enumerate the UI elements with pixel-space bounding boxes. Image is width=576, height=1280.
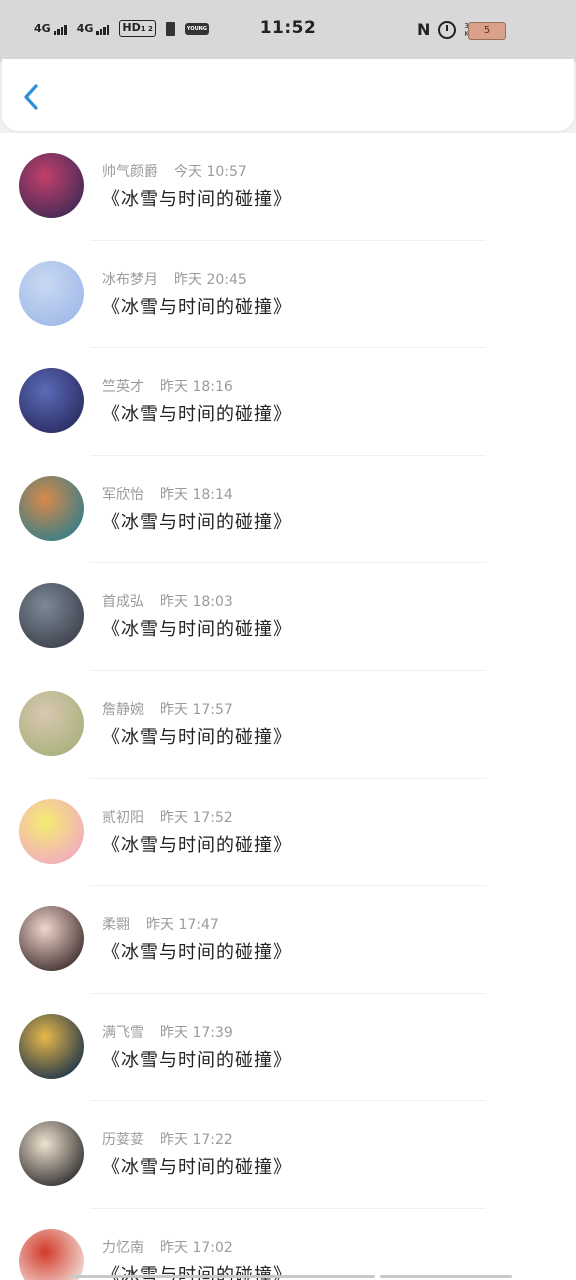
avatar[interactable] xyxy=(19,1121,84,1187)
timestamp: 昨天 18:03 xyxy=(160,594,233,611)
timestamp: 昨天 17:22 xyxy=(160,1132,233,1149)
username[interactable]: 贰初阳 xyxy=(102,810,144,826)
timestamp: 昨天 17:02 xyxy=(160,1239,233,1256)
list-item[interactable]: 冰布梦月 昨天 20:45 《冰雪与时间的碰撞》 xyxy=(0,241,576,349)
comment-meta: 首成弘 昨天 18:03 xyxy=(102,591,233,611)
list-item[interactable]: 力忆南 昨天 17:02 《冰雪与时间的碰撞》 xyxy=(0,1209,576,1280)
home-indicator xyxy=(380,1275,512,1278)
list-item[interactable]: 贰初阳 昨天 17:52 《冰雪与时间的碰撞》 xyxy=(0,779,576,887)
battery-level: 5 xyxy=(483,25,491,36)
username[interactable]: 军欣怡 xyxy=(102,487,144,503)
avatar[interactable] xyxy=(19,906,84,972)
username[interactable]: 竺英才 xyxy=(102,379,144,395)
timestamp: 昨天 17:52 xyxy=(160,809,233,826)
list-item[interactable]: 历荽荽 昨天 17:22 《冰雪与时间的碰撞》 xyxy=(0,1101,576,1209)
status-bar: 4G 4G HD1 2 YOUNG 11:52 N 35.4 KB/s 5 xyxy=(0,0,576,62)
comment-text: 《冰雪与时间的碰撞》 xyxy=(102,726,292,748)
username[interactable]: 满飞雪 xyxy=(102,1025,144,1041)
nfc-icon: N xyxy=(417,20,431,39)
list-item[interactable]: 帅气颜爵 今天 10:57 《冰雪与时间的碰撞》 xyxy=(0,133,576,241)
avatar[interactable] xyxy=(19,368,84,434)
username[interactable]: 历荽荽 xyxy=(102,1132,144,1148)
avatar[interactable] xyxy=(19,798,84,864)
chevron-left-icon[interactable] xyxy=(18,81,46,113)
username[interactable]: 冰布梦月 xyxy=(102,272,158,288)
avatar[interactable] xyxy=(19,1013,84,1079)
comment-text: 《冰雪与时间的碰撞》 xyxy=(102,619,292,641)
comment-meta: 军欣怡 昨天 18:14 xyxy=(102,484,233,504)
avatar[interactable] xyxy=(19,583,84,649)
comment-meta: 力忆南 昨天 17:02 xyxy=(102,1237,233,1257)
comment-meta: 詹静婉 昨天 17:57 xyxy=(102,699,233,719)
timestamp: 昨天 20:45 xyxy=(174,271,247,288)
avatar[interactable] xyxy=(19,260,84,326)
list-item[interactable]: 满飞雪 昨天 17:39 《冰雪与时间的碰撞》 xyxy=(0,994,576,1102)
timestamp: 昨天 17:39 xyxy=(160,1024,233,1041)
avatar[interactable] xyxy=(19,153,84,218)
comment-text: 《冰雪与时间的碰撞》 xyxy=(102,511,292,533)
avatar[interactable] xyxy=(19,475,84,541)
username[interactable]: 帅气颜爵 xyxy=(102,164,158,180)
comment-meta: 冰布梦月 昨天 20:45 xyxy=(102,269,247,289)
timestamp: 昨天 17:57 xyxy=(160,701,233,718)
list-item[interactable]: 首成弘 昨天 18:03 《冰雪与时间的碰撞》 xyxy=(0,563,576,671)
username[interactable]: 首成弘 xyxy=(102,594,144,610)
list-item[interactable]: 柔翾 昨天 17:47 《冰雪与时间的碰撞》 xyxy=(0,886,576,994)
list-item[interactable]: 詹静婉 昨天 17:57 《冰雪与时间的碰撞》 xyxy=(0,671,576,779)
comment-text: 《冰雪与时间的碰撞》 xyxy=(102,942,292,964)
comment-text: 《冰雪与时间的碰撞》 xyxy=(102,189,292,210)
list-item[interactable]: 竺英才 昨天 18:16 《冰雪与时间的碰撞》 xyxy=(0,348,576,456)
comment-text: 《冰雪与时间的碰撞》 xyxy=(102,296,292,318)
comment-meta: 历荽荽 昨天 17:22 xyxy=(102,1129,233,1149)
avatar[interactable] xyxy=(19,1228,84,1280)
timestamp: 昨天 18:16 xyxy=(160,379,233,396)
comment-meta: 满飞雪 昨天 17:39 xyxy=(102,1022,233,1042)
comment-meta: 柔翾 昨天 17:47 xyxy=(102,914,219,934)
comment-text: 《冰雪与时间的碰撞》 xyxy=(102,834,292,856)
list-item[interactable]: 军欣怡 昨天 18:14 《冰雪与时间的碰撞》 xyxy=(0,456,576,564)
home-indicator xyxy=(70,1275,375,1278)
timestamp: 昨天 17:47 xyxy=(146,917,219,934)
avatar[interactable] xyxy=(19,690,84,756)
username[interactable]: 力忆南 xyxy=(102,1240,144,1256)
comment-text: 《冰雪与时间的碰撞》 xyxy=(102,404,292,426)
comment-meta: 帅气颜爵 今天 10:57 xyxy=(102,161,247,181)
battery-icon: 5 xyxy=(468,22,506,40)
top-app-bar xyxy=(2,59,574,131)
username[interactable]: 柔翾 xyxy=(102,917,130,933)
alarm-icon xyxy=(438,20,457,39)
comment-meta: 竺英才 昨天 18:16 xyxy=(102,376,233,396)
comment-meta: 贰初阳 昨天 17:52 xyxy=(102,807,233,827)
comment-list: 帅气颜爵 今天 10:57 《冰雪与时间的碰撞》 冰布梦月 昨天 20:45 《冰雪与时间… xyxy=(0,133,576,1280)
username[interactable]: 詹静婉 xyxy=(102,702,144,718)
comment-text: 《冰雪与时间的碰撞》 xyxy=(102,1157,292,1179)
timestamp: 今天 10:57 xyxy=(174,164,247,180)
comment-text: 《冰雪与时间的碰撞》 xyxy=(102,1049,292,1071)
timestamp: 昨天 18:14 xyxy=(160,486,233,503)
